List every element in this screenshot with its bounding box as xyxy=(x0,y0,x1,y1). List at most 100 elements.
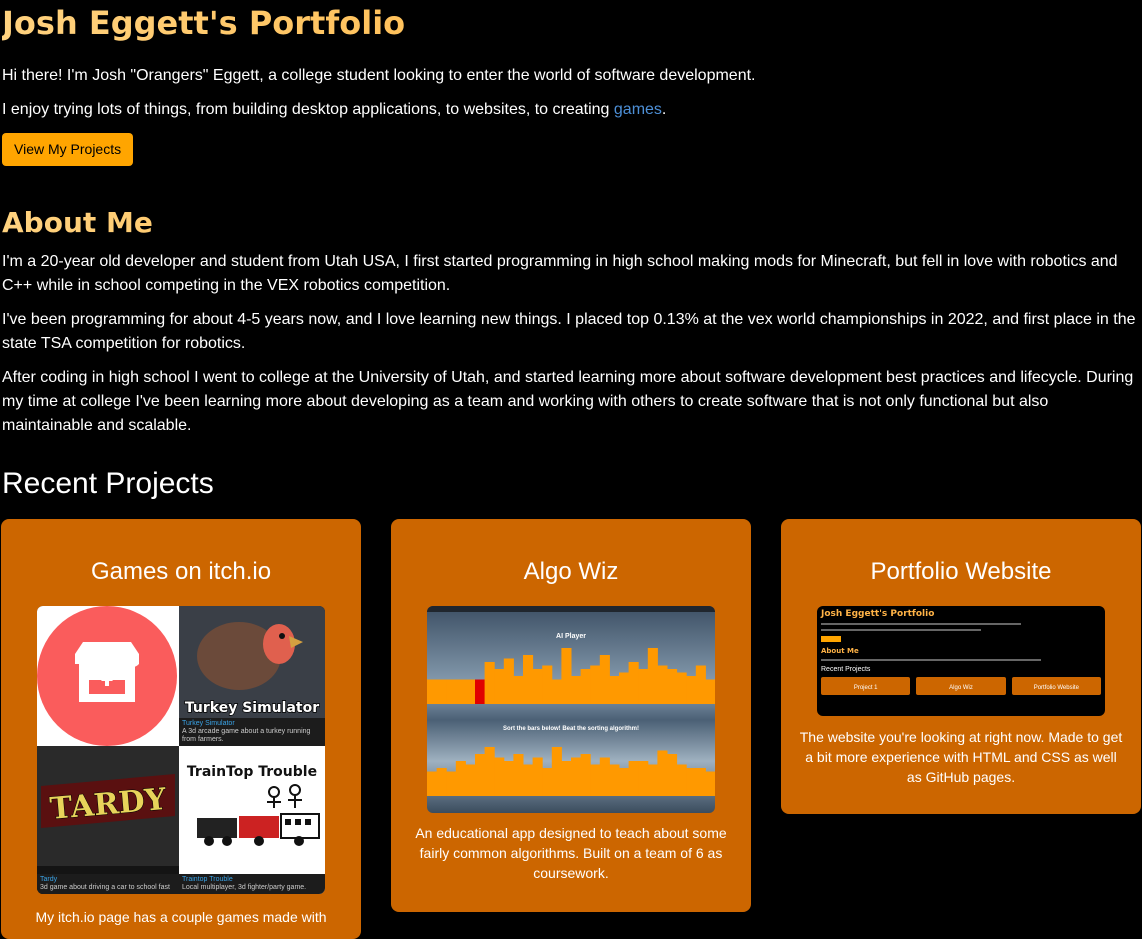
sort-bar xyxy=(686,768,697,796)
sort-bar xyxy=(657,665,668,704)
sort-bar xyxy=(571,676,582,704)
sort-bar xyxy=(455,679,466,704)
project-title: Portfolio Website xyxy=(870,558,1052,585)
traintop-tile[interactable]: TrainTop Trouble Traintop Trouble Local … xyxy=(179,746,325,894)
sort-bar xyxy=(638,761,649,796)
portfolio-thumbnail[interactable]: Josh Eggett's Portfolio About Me Recent … xyxy=(817,606,1105,716)
sort-bar xyxy=(599,655,610,704)
tardy-tile[interactable]: TARDY Tardy 3d game about driving a car … xyxy=(37,746,179,894)
turkey-simulator-tile[interactable]: Turkey Simulator Turkey Simulator A 3d a… xyxy=(179,606,325,746)
traintop-caption: Traintop Trouble Local multiplayer, 3d f… xyxy=(179,874,325,894)
about-paragraph-1: I'm a 20-year old developer and student … xyxy=(2,253,1118,294)
intro-text-2: I enjoy trying lots of things, from buil… xyxy=(2,98,1142,122)
sort-bar xyxy=(628,662,639,704)
turkey-logo-text: Turkey Simulator xyxy=(185,700,319,716)
sort-bar xyxy=(619,672,630,704)
sort-bar xyxy=(647,648,658,704)
sort-bar xyxy=(705,771,715,796)
sort-bar xyxy=(542,665,553,704)
sort-bar xyxy=(542,768,553,796)
project-card-itch[interactable]: Games on itch.io Turkey Simulator Turkey… xyxy=(1,519,361,939)
sort-bar xyxy=(494,757,505,796)
project-card-portfolio[interactable]: Portfolio Website Josh Eggett's Portfoli… xyxy=(781,519,1141,814)
sort-bar xyxy=(676,672,687,704)
sort-bar xyxy=(628,761,639,796)
project-title: Algo Wiz xyxy=(523,558,619,585)
tardy-caption: Tardy 3d game about driving a car to sch… xyxy=(37,874,179,894)
sort-bar xyxy=(609,764,620,796)
sort-bar xyxy=(455,761,466,796)
sort-bar xyxy=(436,679,447,704)
mini-text-line xyxy=(821,629,981,631)
sort-bar xyxy=(484,662,495,704)
page: Josh Eggett's Portfolio Hi there! I'm Jo… xyxy=(0,0,1142,502)
sort-bar xyxy=(695,768,706,796)
sort-bar xyxy=(676,764,687,796)
sort-bar xyxy=(494,669,505,704)
sort-bar xyxy=(532,669,543,704)
turkey-blurb: A 3d arcade game about a turkey running … xyxy=(182,728,311,743)
sort-bar xyxy=(590,764,601,796)
traintop-logo-text: TrainTop Trouble xyxy=(187,764,317,780)
about-paragraph-3: After coding in high school I went to co… xyxy=(2,369,1134,434)
sort-bar xyxy=(667,669,678,704)
sort-bar xyxy=(503,658,514,704)
algo-wiz-bars: AI Player Sort the bars below! Beat the … xyxy=(427,606,715,796)
sort-bar xyxy=(513,754,524,796)
sort-bar xyxy=(427,771,438,796)
itch-logo-icon xyxy=(37,606,179,746)
project-card-algo-wiz[interactable]: Algo Wiz AI Player Sort the bars below! … xyxy=(391,519,751,912)
sort-bar xyxy=(657,750,668,796)
sort-bar xyxy=(532,757,543,796)
sort-bar xyxy=(705,679,715,704)
about-paragraph-2: I've been programming for about 4-5 year… xyxy=(2,311,1136,352)
view-projects-button[interactable]: View My Projects xyxy=(2,133,134,166)
traintop-blurb: Local multiplayer, 3d fighter/party game… xyxy=(182,884,307,891)
sort-bar xyxy=(513,676,524,704)
games-link[interactable]: games xyxy=(614,101,662,118)
sort-bar xyxy=(580,754,591,796)
sort-bar xyxy=(465,764,476,796)
sort-bar xyxy=(609,676,620,704)
sort-bar xyxy=(465,679,476,704)
sort-bar xyxy=(686,676,697,704)
turkey-caption: Turkey Simulator A 3d arcade game about … xyxy=(179,718,325,746)
mini-about: About Me xyxy=(821,647,859,655)
sort-bar xyxy=(667,754,678,796)
sort-bar xyxy=(484,747,495,796)
mini-cards: Project 1 Algo Wiz Portfolio Website xyxy=(817,673,1105,695)
algo-prompt: Sort the bars below! Beat the sorting al… xyxy=(503,726,639,732)
intro-text: Hi there! I'm Josh "Orangers" Eggett, a … xyxy=(2,67,756,84)
project-description: An educational app designed to teach abo… xyxy=(415,825,727,881)
about-heading: About Me xyxy=(2,206,1142,240)
sort-bar xyxy=(446,771,457,796)
sort-bar xyxy=(427,679,438,704)
intro-prefix: I enjoy trying lots of things, from buil… xyxy=(2,101,614,118)
traintop-name: Traintop Trouble xyxy=(182,876,233,883)
mini-card: Algo Wiz xyxy=(916,677,1006,695)
sort-bar xyxy=(638,669,649,704)
sort-bar xyxy=(551,679,562,704)
itch-thumbnail[interactable]: Turkey Simulator Turkey Simulator A 3d a… xyxy=(37,606,325,894)
project-description: My itch.io page has a couple games made … xyxy=(35,909,327,925)
project-title: Games on itch.io xyxy=(90,558,272,585)
sort-bar xyxy=(475,754,486,796)
turkey-name: Turkey Simulator xyxy=(182,720,235,727)
mini-card: Portfolio Website xyxy=(1011,677,1101,695)
sort-bar xyxy=(647,764,658,796)
sort-bar xyxy=(523,764,534,796)
sort-bar xyxy=(446,679,457,704)
sort-bar xyxy=(599,757,610,796)
intro-suffix: . xyxy=(661,101,667,118)
algo-player-label: AI Player xyxy=(556,633,586,640)
sort-bar xyxy=(580,669,591,704)
sort-bar xyxy=(695,665,706,704)
mini-text-line xyxy=(821,623,1021,625)
mini-title: Josh Eggett's Portfolio xyxy=(821,609,935,619)
sort-bar xyxy=(503,761,514,796)
algo-wiz-thumbnail[interactable]: AI Player Sort the bars below! Beat the … xyxy=(427,606,715,813)
sort-bar xyxy=(561,761,572,796)
sort-bar xyxy=(436,768,447,796)
mini-recent: Recent Projects xyxy=(821,666,871,673)
page-title: Josh Eggett's Portfolio xyxy=(2,0,1142,43)
